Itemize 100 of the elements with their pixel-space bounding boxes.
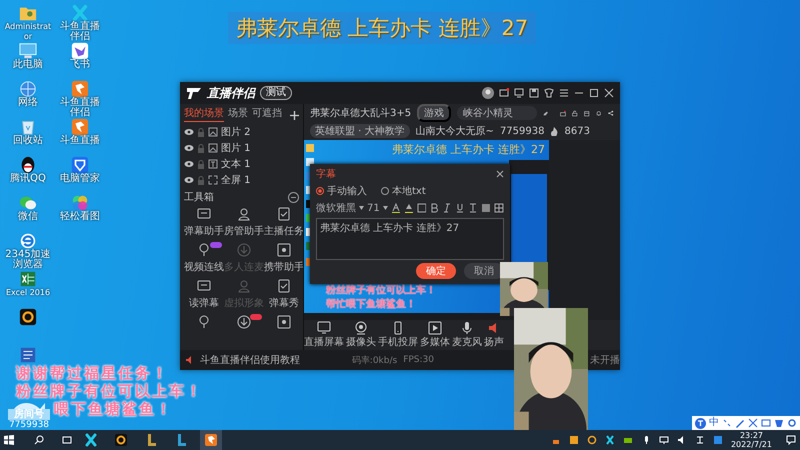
- fps-text: FPS:30: [403, 355, 434, 365]
- graphics-icon[interactable]: [622, 435, 633, 445]
- menu-icon[interactable]: [559, 88, 569, 98]
- game-icon[interactable]: [586, 435, 597, 445]
- close-icon[interactable]: [604, 88, 614, 98]
- pinwheel-icon[interactable]: [71, 194, 89, 212]
- keyboard-icon[interactable]: [761, 418, 771, 428]
- overlay-title: 弗莱尔卓德 上车办卡 连胜》27: [228, 12, 536, 44]
- search-icon[interactable]: [34, 435, 44, 445]
- recycle-bin-icon[interactable]: [19, 118, 37, 136]
- mode-radio[interactable]: 本地txt: [381, 184, 426, 198]
- windows-start-icon[interactable]: [4, 435, 14, 445]
- network-icon[interactable]: [658, 435, 669, 445]
- crossed-strokes-icon[interactable]: [604, 435, 615, 445]
- source-item[interactable]: 图片 2: [221, 125, 251, 139]
- box-icon[interactable]: [568, 435, 579, 445]
- text-style-icon[interactable]: [468, 203, 478, 213]
- eye-icon[interactable]: [184, 128, 194, 136]
- version-badge[interactable]: 测试: [260, 86, 292, 100]
- notification-icon[interactable]: [786, 435, 796, 445]
- collapse-icon[interactable]: [288, 192, 299, 202]
- close-icon[interactable]: [496, 170, 504, 178]
- scene-tab[interactable]: 我的场景: [184, 108, 224, 122]
- unlock-icon[interactable]: [572, 108, 578, 118]
- scene-tab[interactable]: 可遮挡: [252, 108, 282, 122]
- ime-logo-icon[interactable]: [695, 418, 706, 428]
- chat-icon[interactable]: [19, 194, 37, 212]
- tool-button[interactable]: 弹幕助手: [184, 206, 224, 240]
- browser-icon[interactable]: [19, 232, 37, 250]
- bird-icon[interactable]: [71, 42, 89, 60]
- overlay-message: 谢谢帮过福星任务！: [16, 364, 169, 382]
- input-icon[interactable]: [694, 435, 705, 445]
- eye-icon[interactable]: [184, 160, 194, 168]
- underline-icon[interactable]: [455, 203, 466, 213]
- shield-icon[interactable]: [71, 156, 89, 174]
- grid-icon[interactable]: [494, 203, 504, 213]
- mode-radio[interactable]: 手动输入: [316, 184, 367, 198]
- room-number: 7759938: [8, 420, 50, 430]
- task-view-icon[interactable]: [62, 435, 72, 445]
- highlight-icon[interactable]: [404, 203, 414, 213]
- scene-tab[interactable]: 场景: [228, 108, 248, 122]
- globe-icon[interactable]: [19, 80, 37, 98]
- fox-icon[interactable]: [71, 80, 89, 98]
- source-item[interactable]: 文本 1: [221, 157, 251, 171]
- bottom-tool[interactable]: 摄像头: [346, 321, 376, 349]
- bottom-tool[interactable]: 多媒体: [420, 321, 450, 349]
- computer-icon[interactable]: [19, 42, 37, 60]
- add-icon[interactable]: [290, 110, 299, 120]
- category-tag[interactable]: 游戏: [417, 104, 452, 122]
- subtitle-input[interactable]: 弗莱尔卓德 上车办卡 连胜》27: [316, 218, 504, 260]
- bottom-tool[interactable]: 手机投屏: [378, 321, 418, 349]
- fox-icon[interactable]: [204, 433, 218, 447]
- icon-label: 微信: [18, 212, 38, 222]
- mail-icon[interactable]: [499, 88, 509, 98]
- bottom-tool[interactable]: 直播屏幕: [304, 321, 344, 349]
- bold-icon[interactable]: [429, 203, 440, 213]
- font-dropdown[interactable]: 微软雅黑: [316, 201, 356, 215]
- penguin-icon[interactable]: [19, 156, 37, 174]
- source-item[interactable]: 全屏 1: [221, 173, 251, 187]
- document-icon[interactable]: [19, 346, 37, 364]
- italic-icon[interactable]: [442, 203, 452, 213]
- edit-icon[interactable]: [543, 108, 548, 118]
- announcement-field[interactable]: 峡谷小精灵: [457, 106, 538, 120]
- spreadsheet-icon[interactable]: [19, 270, 37, 288]
- tool-icon: [317, 321, 331, 335]
- fox-icon[interactable]: [71, 118, 89, 136]
- pen-icon[interactable]: [735, 418, 745, 428]
- clock-date: 2022/7/21: [730, 440, 772, 449]
- tool-button[interactable]: 读弹幕: [184, 278, 224, 312]
- tool-button[interactable]: 视频连线: [184, 242, 224, 276]
- tool-icon: [276, 278, 292, 294]
- settings-icon[interactable]: [787, 418, 797, 428]
- overlay-message: 喂下鱼塘鲨鱼！: [54, 400, 173, 418]
- close-icon[interactable]: [748, 418, 758, 428]
- caret-icon[interactable]: [382, 206, 388, 210]
- app-brand: 直播伴侣: [207, 84, 255, 102]
- text-color-icon[interactable]: [390, 203, 401, 213]
- save-icon[interactable]: [529, 88, 539, 98]
- ime-mode[interactable]: 中: [709, 418, 719, 428]
- game-icon[interactable]: [19, 308, 37, 326]
- size-dropdown[interactable]: 71: [366, 202, 380, 214]
- tool-button[interactable]: 弹幕秀: [264, 278, 303, 312]
- maximize-icon[interactable]: [589, 88, 599, 98]
- game-icon[interactable]: [114, 433, 128, 447]
- bottom-tool[interactable]: 扬声: [484, 321, 504, 349]
- border-icon[interactable]: [416, 203, 426, 213]
- tutorial-link[interactable]: 斗鱼直播伴侣使用教程: [200, 353, 300, 367]
- crossed-strokes-icon[interactable]: [84, 433, 98, 447]
- clock-time: 23:27: [740, 431, 764, 440]
- eye-icon[interactable]: [184, 144, 194, 152]
- game-tag[interactable]: 英雄联盟 · 大神教学: [310, 124, 410, 138]
- eye-icon[interactable]: [184, 176, 194, 184]
- caret-icon[interactable]: [359, 206, 364, 210]
- icon-label: 2345加速浏览器: [4, 250, 52, 270]
- tool-button[interactable]: 房管助手: [224, 206, 264, 240]
- icon-label: 网络: [18, 98, 38, 108]
- avatar-icon[interactable]: [482, 87, 494, 99]
- bottom-tool[interactable]: 麦克风: [452, 321, 482, 349]
- source-item[interactable]: 图片 1: [221, 141, 251, 155]
- monitor-icon[interactable]: [514, 88, 524, 98]
